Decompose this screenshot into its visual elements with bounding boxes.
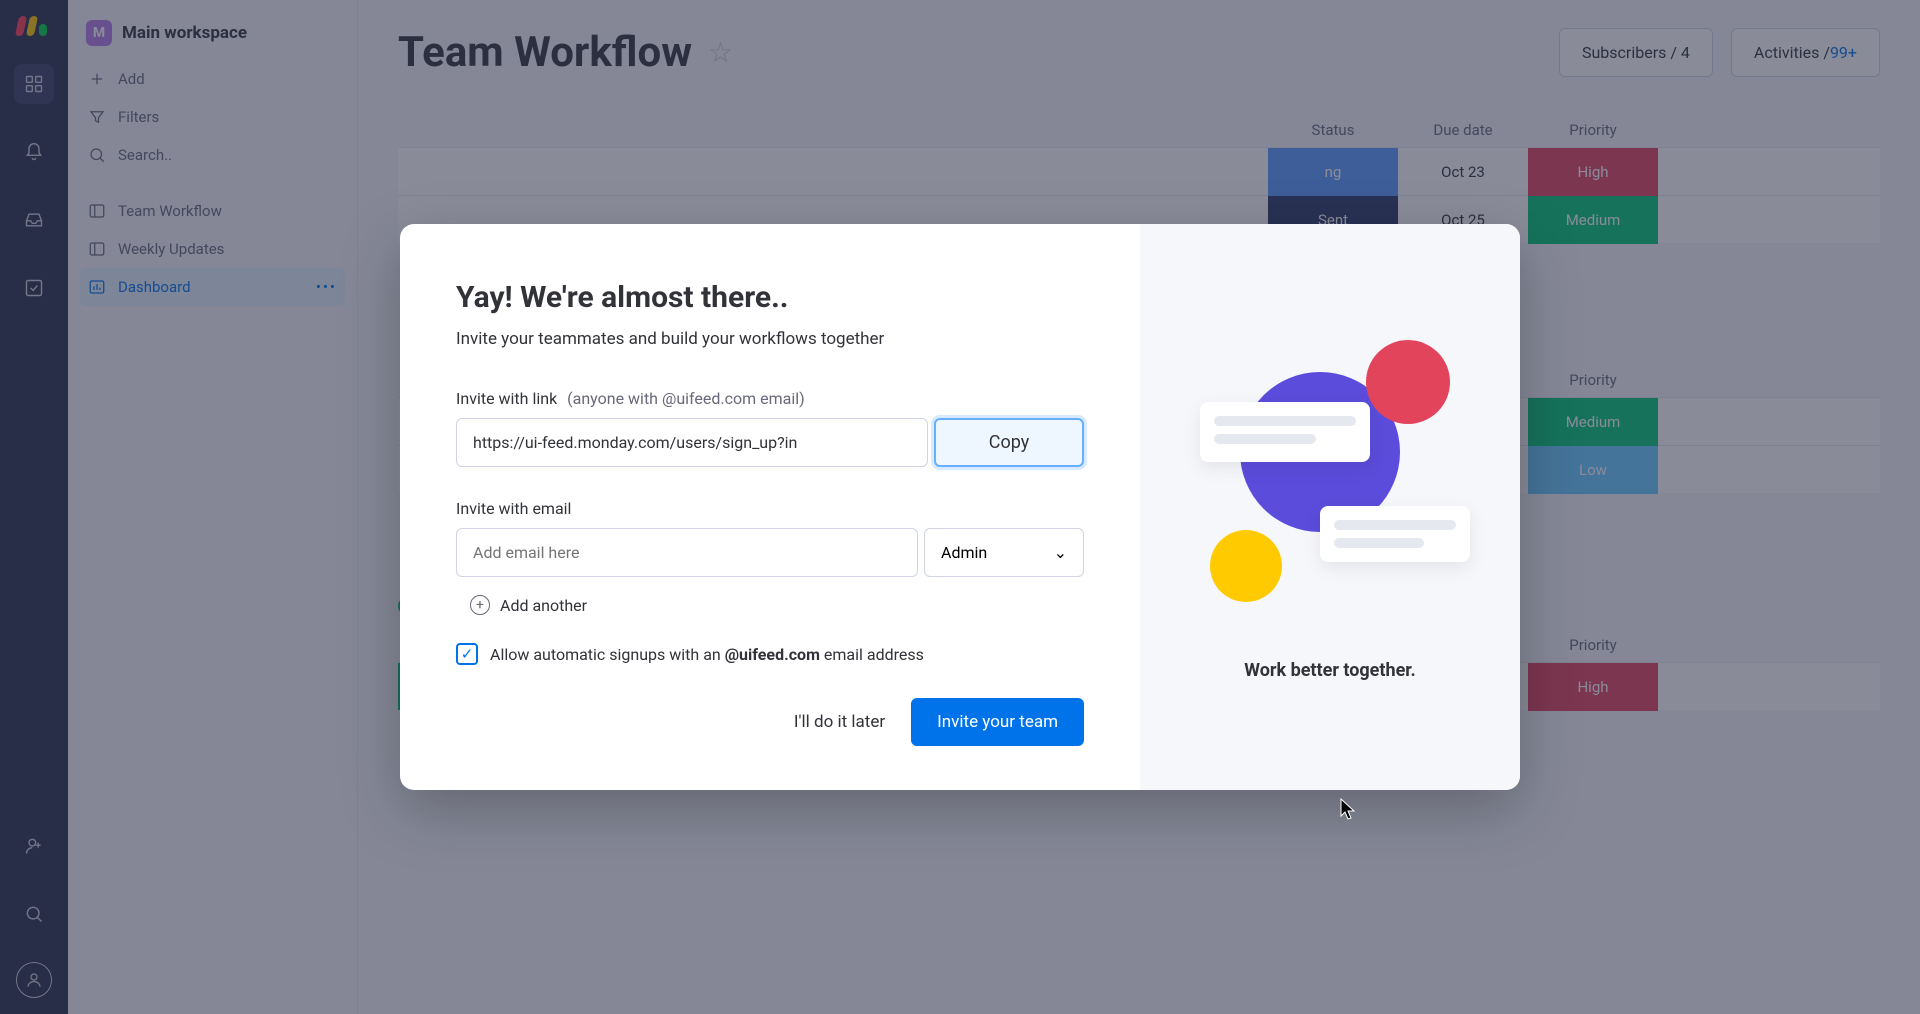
- role-select[interactable]: Admin ⌄: [924, 528, 1084, 577]
- role-select-value: Admin: [941, 543, 987, 562]
- invite-email-label: Invite with email: [456, 499, 1084, 518]
- add-another-label: Add another: [500, 596, 587, 615]
- plus-circle-icon: +: [470, 595, 490, 615]
- chevron-down-icon: ⌄: [1054, 543, 1067, 562]
- auto-signup-checkbox[interactable]: ✓: [456, 643, 478, 665]
- invite-team-button[interactable]: Invite your team: [911, 698, 1084, 746]
- modal-subtitle: Invite your teammates and build your wor…: [456, 329, 1084, 349]
- modal-overlay: Yay! We're almost there.. Invite your te…: [0, 0, 1920, 1014]
- email-input[interactable]: [456, 528, 918, 577]
- auto-signup-label: Allow automatic signups with an @uifeed.…: [490, 643, 924, 668]
- modal-title: Yay! We're almost there..: [456, 280, 1084, 315]
- invite-modal: Yay! We're almost there.. Invite your te…: [400, 224, 1520, 790]
- invite-link-label: Invite with link (anyone with @uifeed.co…: [456, 389, 1084, 408]
- illustration-caption: Work better together.: [1244, 660, 1415, 681]
- add-another-button[interactable]: + Add another: [470, 595, 1084, 615]
- collaboration-illustration: [1200, 332, 1460, 632]
- invite-link-input[interactable]: [456, 418, 928, 467]
- modal-illustration-panel: Work better together.: [1140, 224, 1520, 790]
- do-later-button[interactable]: I'll do it later: [794, 712, 885, 732]
- copy-button[interactable]: Copy: [934, 418, 1084, 467]
